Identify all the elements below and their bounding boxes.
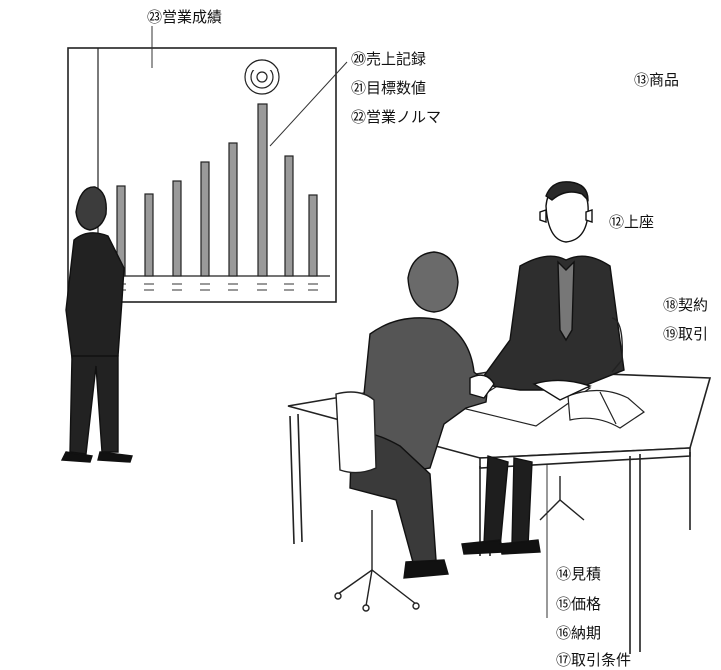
label-target-figure: ㉑目標数値 [351, 79, 427, 97]
label-delivery-date: ⑯納期 [556, 624, 602, 642]
label-seat-of-honor: ⑫上座 [609, 213, 655, 231]
label-transaction: ⑲取引 [663, 325, 709, 343]
label-sales-quota: ㉒営業ノルマ [351, 108, 442, 126]
label-product: ⑬商品 [634, 71, 680, 89]
rosette-icon [244, 59, 280, 95]
label-price: ⑮価格 [556, 595, 602, 613]
label-sales-performance: ㉓営業成績 [147, 8, 223, 26]
office-meeting-illustration [60, 26, 712, 654]
seated-customer [461, 181, 625, 555]
label-trading-terms: ⑰取引条件 [556, 651, 632, 669]
label-contract: ⑱契約 [663, 296, 709, 314]
label-estimate: ⑭見積 [556, 565, 602, 583]
label-sales-record: ⑳売上記録 [351, 50, 427, 68]
